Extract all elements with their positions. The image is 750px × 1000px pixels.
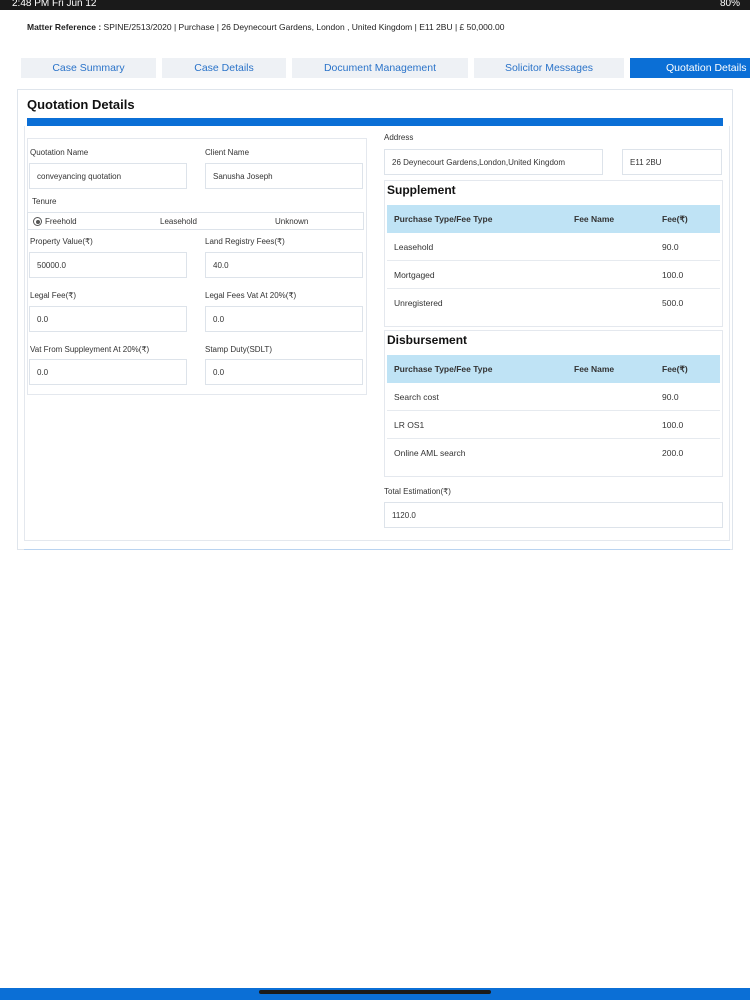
total-estimation-label: Total Estimation(₹) bbox=[384, 487, 451, 496]
client-name-field[interactable]: Sanusha Joseph bbox=[205, 163, 363, 189]
table-row: Mortgaged 100.0 bbox=[387, 261, 720, 289]
tenure-option-freehold[interactable]: Freehold bbox=[45, 217, 77, 226]
row-fee: 90.0 bbox=[662, 392, 679, 402]
table-row: LR OS1 100.0 bbox=[387, 411, 720, 439]
vat-supplement-label: Vat From Suppleyment At 20%(₹) bbox=[30, 345, 150, 354]
supplement-header-type: Purchase Type/Fee Type bbox=[394, 214, 493, 224]
tenure-label: Tenure bbox=[32, 197, 57, 206]
legal-fee-label: Legal Fee(₹) bbox=[30, 291, 76, 300]
supplement-title: Supplement bbox=[387, 183, 456, 197]
accent-bar bbox=[27, 118, 723, 126]
matter-reference-label: Matter Reference : bbox=[27, 22, 102, 32]
stamp-duty-label: Stamp Duty(SDLT) bbox=[205, 345, 272, 354]
row-type: Search cost bbox=[394, 392, 439, 402]
disbursement-header-fee: Fee(₹) bbox=[662, 364, 688, 374]
matter-reference: Matter Reference : SPINE/2513/2020 | Pur… bbox=[27, 22, 504, 32]
quotation-name-field[interactable]: conveyancing quotation bbox=[29, 163, 187, 189]
status-bar: 2:48 PM Fri Jun 12 80% bbox=[0, 0, 750, 10]
address-field[interactable]: 26 Deynecourt Gardens,London,United King… bbox=[384, 149, 603, 175]
row-fee: 90.0 bbox=[662, 242, 679, 252]
tab-quotation-details[interactable]: Quotation Details bbox=[630, 58, 750, 78]
total-estimation-field[interactable]: 1120.0 bbox=[384, 502, 723, 528]
quotation-name-label: Quotation Name bbox=[30, 148, 89, 157]
disbursement-table-header: Purchase Type/Fee Type Fee Name Fee(₹) bbox=[387, 355, 720, 383]
table-row: Unregistered 500.0 bbox=[387, 289, 720, 317]
legal-fees-vat-field[interactable]: 0.0 bbox=[205, 306, 363, 332]
tab-case-details[interactable]: Case Details bbox=[162, 58, 286, 78]
row-type: Online AML search bbox=[394, 448, 466, 458]
page-title: Quotation Details bbox=[27, 97, 135, 112]
row-type: LR OS1 bbox=[394, 420, 425, 430]
row-fee: 100.0 bbox=[662, 420, 684, 430]
address-label: Address bbox=[384, 133, 414, 142]
radio-freehold[interactable] bbox=[33, 217, 42, 226]
tenure-radio-group: Freehold Leasehold Unknown bbox=[27, 212, 364, 230]
tenure-option-leasehold[interactable]: Leasehold bbox=[160, 217, 197, 226]
vat-supplement-field[interactable]: 0.0 bbox=[29, 359, 187, 385]
tab-document-management[interactable]: Document Management bbox=[292, 58, 468, 78]
row-type: Unregistered bbox=[394, 298, 443, 308]
disbursement-header-name: Fee Name bbox=[574, 364, 615, 374]
row-fee: 500.0 bbox=[662, 298, 684, 308]
property-value-label: Property Value(₹) bbox=[30, 237, 93, 246]
legal-fee-field[interactable]: 0.0 bbox=[29, 306, 187, 332]
property-value-field[interactable]: 50000.0 bbox=[29, 252, 187, 278]
supplement-header-name: Fee Name bbox=[574, 214, 615, 224]
table-row: Leasehold 90.0 bbox=[387, 233, 720, 261]
status-time: 2:48 PM Fri Jun 12 bbox=[12, 0, 97, 9]
client-name-label: Client Name bbox=[205, 148, 250, 157]
table-row: Online AML search 200.0 bbox=[387, 439, 720, 467]
land-registry-fees-label: Land Registry Fees(₹) bbox=[205, 237, 285, 246]
row-fee: 200.0 bbox=[662, 448, 684, 458]
postcode-field[interactable]: E11 2BU bbox=[622, 149, 722, 175]
home-indicator[interactable] bbox=[259, 990, 491, 994]
table-row: Search cost 90.0 bbox=[387, 383, 720, 411]
divider bbox=[24, 549, 730, 550]
disbursement-title: Disbursement bbox=[387, 333, 468, 347]
row-fee: 100.0 bbox=[662, 270, 684, 280]
row-type: Mortgaged bbox=[394, 270, 435, 280]
stamp-duty-field[interactable]: 0.0 bbox=[205, 359, 363, 385]
row-type: Leasehold bbox=[394, 242, 434, 252]
disbursement-header-type: Purchase Type/Fee Type bbox=[394, 364, 493, 374]
land-registry-fees-field[interactable]: 40.0 bbox=[205, 252, 363, 278]
matter-reference-value: SPINE/2513/2020 | Purchase | 26 Deynecou… bbox=[103, 22, 505, 32]
supplement-table-header: Purchase Type/Fee Type Fee Name Fee(₹) bbox=[387, 205, 720, 233]
supplement-header-fee: Fee(₹) bbox=[662, 214, 688, 224]
legal-fees-vat-label: Legal Fees Vat At 20%(₹) bbox=[205, 291, 297, 300]
tab-case-summary[interactable]: Case Summary bbox=[21, 58, 156, 78]
tab-solicitor-messages[interactable]: Solicitor Messages bbox=[474, 58, 624, 78]
status-battery: 80% bbox=[719, 0, 740, 9]
tenure-option-unknown[interactable]: Unknown bbox=[275, 217, 308, 226]
